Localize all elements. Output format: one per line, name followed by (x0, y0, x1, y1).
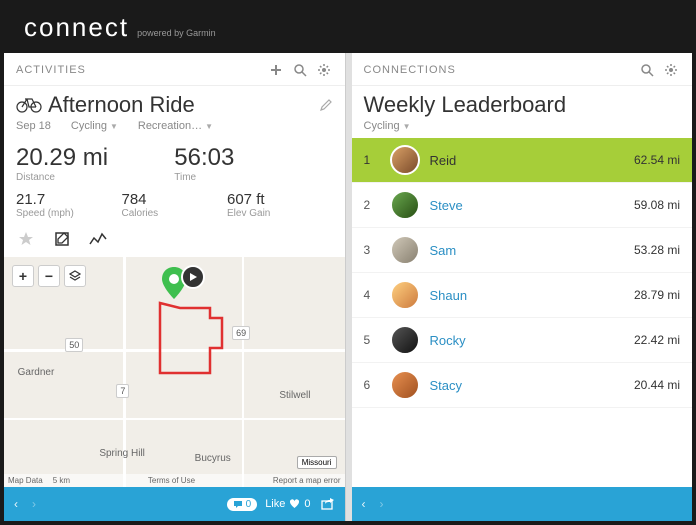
leaderboard-row[interactable]: 5 Rocky22.42 mi (352, 318, 693, 363)
activity-date: Sep 18 (16, 120, 51, 132)
avatar (390, 370, 420, 400)
activity-title-row: Afternoon Ride (4, 86, 345, 120)
share-icon[interactable] (321, 498, 335, 510)
map[interactable]: 50 7 69 Gardner Spring Hill Stilwell Buc… (4, 257, 345, 487)
leaderboard-name[interactable]: Shaun (430, 288, 634, 303)
leaderboard-value: 62.54 mi (634, 153, 680, 167)
leaderboard-row[interactable]: 3 Sam53.28 mi (352, 228, 693, 273)
leaderboard-title: Weekly Leaderboard (352, 86, 693, 120)
leaderboard-rank: 2 (364, 198, 380, 212)
map-terms[interactable]: Terms of Use (80, 476, 263, 485)
leaderboard-rank: 6 (364, 378, 380, 392)
leaderboard-rank: 3 (364, 243, 380, 257)
activity-title: Afternoon Ride (48, 92, 319, 118)
leaderboard-rank: 4 (364, 288, 380, 302)
activities-panel-title: ACTIVITIES (16, 64, 261, 76)
app-window: connect powered by Garmin ACTIVITIES Aft… (0, 0, 696, 525)
leaderboard-row[interactable]: 1 Reid62.54 mi (352, 138, 693, 183)
leaderboard-row[interactable]: 6 Stacy20.44 mi (352, 363, 693, 408)
state-tag: Missouri (297, 456, 337, 469)
map-attribution: Map Data 5 km Terms of Use Report a map … (4, 474, 345, 487)
activities-panel-head: ACTIVITIES (4, 53, 345, 86)
gear-icon[interactable] (315, 61, 333, 79)
leaderboard-value: 28.79 mi (634, 288, 680, 302)
connections-panel: CONNECTIONS Weekly Leaderboard Cycling▼ … (352, 53, 693, 521)
leaderboard-name[interactable]: Sam (430, 243, 634, 258)
edit-icon[interactable] (319, 98, 333, 112)
zoom-out-button[interactable]: − (38, 265, 60, 287)
chevron-down-icon: ▼ (403, 122, 411, 131)
note-icon[interactable] (52, 229, 72, 249)
stat-elev: 607 ft Elev Gain (227, 191, 333, 219)
add-icon[interactable] (267, 61, 285, 79)
primary-stats: 20.29 mi Distance 56:03 Time (4, 140, 345, 187)
road-shield-50: 50 (65, 338, 83, 352)
avatar (390, 280, 420, 310)
search-icon[interactable] (291, 61, 309, 79)
leaderboard-name[interactable]: Rocky (430, 333, 634, 348)
prev-button[interactable]: ‹ (362, 497, 374, 511)
connections-panel-title: CONNECTIONS (364, 64, 633, 76)
leaderboard-list: 1 Reid62.54 mi 2 Steve59.08 mi 3 Sam53.28 mi 4… (352, 138, 693, 487)
avatar (390, 190, 420, 220)
layers-button[interactable] (64, 265, 86, 287)
city-bucyrus: Bucyrus (195, 453, 231, 464)
road-shield-7: 7 (116, 384, 129, 398)
tagline: powered by Garmin (137, 28, 216, 38)
chevron-down-icon: ▼ (110, 122, 118, 131)
leaderboard-value: 59.08 mi (634, 198, 680, 212)
activities-panel: ACTIVITIES Afternoon Ride Sep 18 Cycling… (4, 53, 346, 521)
leaderboard-rank: 1 (364, 153, 380, 167)
activity-type-dropdown[interactable]: Cycling▼ (71, 120, 118, 132)
activity-meta-row: Sep 18 Cycling▼ Recreation…▼ (4, 120, 345, 140)
leaderboard-name[interactable]: Stacy (430, 378, 634, 393)
leaderboard-filter[interactable]: Cycling▼ (352, 120, 693, 138)
stat-speed: 21.7 Speed (mph) (16, 191, 122, 219)
map-scale: 5 km (53, 476, 70, 485)
activity-subtype-dropdown[interactable]: Recreation…▼ (138, 120, 213, 132)
zoom-in-button[interactable]: + (12, 265, 34, 287)
comment-count[interactable]: 0 (227, 498, 258, 511)
logo: connect (24, 12, 129, 43)
map-data-label: Map Data (8, 476, 43, 485)
stat-distance: 20.29 mi Distance (16, 144, 174, 183)
city-gardner: Gardner (18, 367, 55, 378)
leaderboard-row[interactable]: 2 Steve59.08 mi (352, 183, 693, 228)
leaderboard-value: 20.44 mi (634, 378, 680, 392)
leaderboard-name[interactable]: Reid (430, 153, 634, 168)
chart-icon[interactable] (88, 229, 108, 249)
leaderboard-name[interactable]: Steve (430, 198, 634, 213)
like-button[interactable]: Like0 (265, 498, 310, 510)
avatar (390, 145, 420, 175)
app-header: connect powered by Garmin (4, 4, 692, 53)
panels-container: ACTIVITIES Afternoon Ride Sep 18 Cycling… (4, 53, 692, 521)
secondary-stats: 21.7 Speed (mph) 784 Calories 607 ft Ele… (4, 187, 345, 223)
leaderboard-rank: 5 (364, 333, 380, 347)
bike-icon (16, 95, 42, 115)
leaderboard-value: 53.28 mi (634, 243, 680, 257)
leaderboard-row[interactable]: 4 Shaun28.79 mi (352, 273, 693, 318)
search-icon[interactable] (638, 61, 656, 79)
connections-footer: ‹ › (352, 487, 693, 521)
route-path (140, 298, 250, 408)
stat-time: 56:03 Time (174, 144, 332, 183)
activities-footer: ‹ › 0 Like0 (4, 487, 345, 521)
next-button[interactable]: › (380, 497, 392, 511)
activity-actions (4, 223, 345, 257)
star-icon[interactable] (16, 229, 36, 249)
gear-icon[interactable] (662, 61, 680, 79)
map-controls: + − (12, 265, 86, 287)
connections-panel-head: CONNECTIONS (352, 53, 693, 86)
city-spring-hill: Spring Hill (99, 448, 145, 459)
map-report[interactable]: Report a map error (273, 476, 341, 485)
stat-calories: 784 Calories (122, 191, 228, 219)
play-button[interactable] (181, 265, 205, 289)
leaderboard-value: 22.42 mi (634, 333, 680, 347)
avatar (390, 325, 420, 355)
chevron-down-icon: ▼ (205, 122, 213, 131)
avatar (390, 235, 420, 265)
city-stilwell: Stilwell (279, 390, 310, 401)
prev-button[interactable]: ‹ (14, 497, 26, 511)
next-button[interactable]: › (32, 497, 44, 511)
